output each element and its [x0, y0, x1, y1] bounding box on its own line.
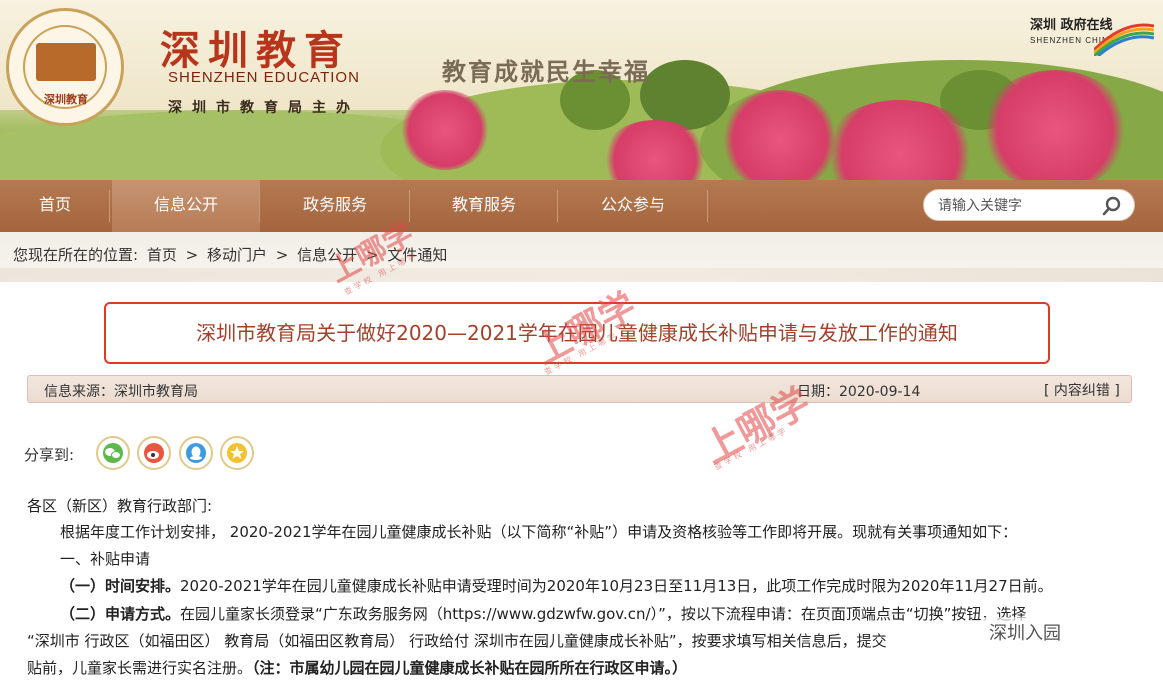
body-paragraph: （二）申请方式。在园儿童家长须登录“广东政务服务网（https://www.gd…	[60, 600, 1026, 628]
share-label: 分享到:	[24, 446, 75, 464]
body-text: 2020-2021学年在园儿童健康成长补贴申请受理时间为2020年10月23日至…	[180, 577, 1053, 595]
weibo-icon	[144, 443, 164, 463]
body-section-heading: 一、补贴申请	[60, 550, 151, 568]
article-source: 信息来源：深圳市教育局	[44, 384, 198, 400]
nav-item-public-participation[interactable]: 公众参与	[558, 180, 708, 232]
qq-icon	[186, 443, 206, 463]
rainbow-stripe-icon	[1094, 23, 1154, 56]
breadcrumb-separator: >	[185, 246, 199, 264]
breadcrumb-home[interactable]: 首页	[147, 246, 177, 264]
site-organizer: 深圳市教育局主办	[168, 100, 360, 116]
breadcrumb-mobile-portal[interactable]: 移动门户	[207, 246, 267, 264]
banner-flower	[400, 90, 490, 170]
search-box	[923, 189, 1135, 221]
wechat-account-watermark: 深圳入园	[983, 617, 1067, 647]
site-english-title: SHENZHEN EDUCATION	[168, 69, 360, 86]
article-meta-bar: 信息来源：深圳市教育局 日期：2020-09-14 [ 内容纠错 ]	[27, 375, 1132, 403]
site-title: 深圳教育	[160, 27, 352, 74]
nav-item-edu-services[interactable]: 教育服务	[410, 180, 558, 232]
shenzhen-gov-logo[interactable]: 深圳 政府在线 SHENZHEN CHINA	[1030, 14, 1154, 74]
body-text: 贴前，儿童家长需进行实名注册。	[27, 659, 253, 677]
nav-item-info-disclosure[interactable]: 信息公开	[112, 180, 260, 232]
qzone-icon	[227, 443, 247, 463]
article-date: 日期：2020-09-14	[797, 384, 921, 400]
content-correction-link[interactable]: [ 内容纠错 ]	[1044, 380, 1120, 400]
body-paragraph: 根据年度工作计划安排， 2020-2021学年在园儿童健康成长补贴（以下简称“补…	[60, 523, 1018, 541]
qq-share-button[interactable]	[179, 436, 213, 470]
qzone-share-button[interactable]	[220, 436, 254, 470]
breadcrumb-separator: >	[275, 246, 289, 264]
search-input[interactable]	[938, 197, 1098, 215]
body-paragraph: （一）时间安排。2020-2021学年在园儿童健康成长补贴申请受理时间为2020…	[60, 572, 1053, 600]
body-paragraph: 贴前，儿童家长需进行实名注册。（注：市属幼儿园在园儿童健康成长补贴在园所所在行政…	[27, 654, 687, 682]
body-text: 在园儿童家长须登录“广东政务服务网（https://www.gdzwfw.gov…	[180, 605, 1027, 623]
book-icon	[36, 43, 96, 81]
body-note: （注：市属幼儿园在园儿童健康成长补贴在园所所在行政区申请。）	[252, 659, 688, 677]
body-subheading: （一）时间安排。	[60, 577, 181, 595]
body-addressee: 各区（新区）教育行政部门:	[27, 497, 213, 515]
site-slogan: 教育成就民生幸福	[442, 57, 650, 86]
banner-flower	[980, 70, 1130, 180]
wechat-icon	[103, 443, 123, 463]
search-icon[interactable]	[1102, 196, 1122, 216]
wechat-share-button[interactable]	[96, 436, 130, 470]
logo-text: 深圳教育	[44, 93, 88, 106]
nav-item-home[interactable]: 首页	[0, 180, 110, 232]
weibo-share-button[interactable]	[137, 436, 171, 470]
body-subheading: （二）申请方式。	[60, 605, 181, 623]
site-logo[interactable]: 深圳教育	[6, 8, 124, 126]
breadcrumb-prefix: 您现在所在的位置:	[13, 246, 139, 264]
body-paragraph: “深圳市 行政区（如福田区） 教育局（如福田区教育局） 行政给付 深圳市在园儿童…	[27, 632, 887, 650]
